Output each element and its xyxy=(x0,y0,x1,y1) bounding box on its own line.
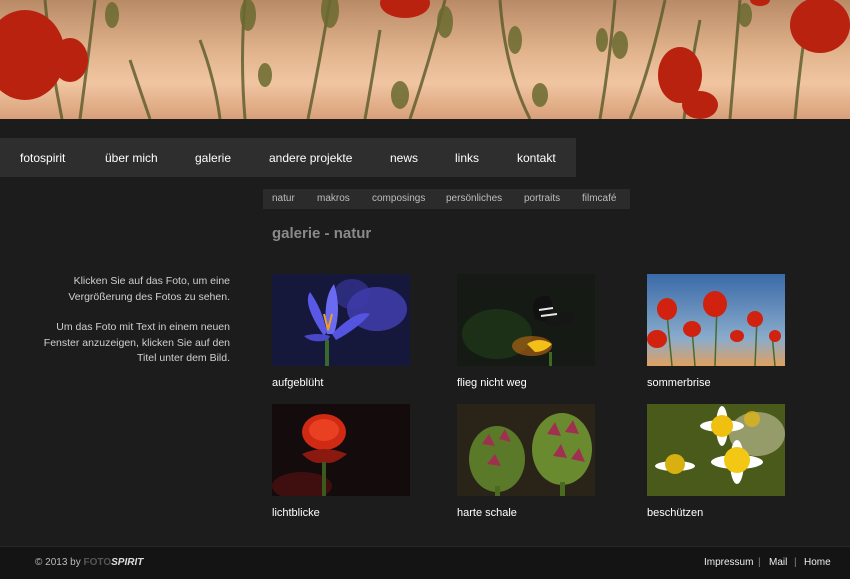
gallery-thumb-flieg-nicht-weg[interactable] xyxy=(457,274,595,366)
gallery-caption-lichtblicke[interactable]: lichtblicke xyxy=(272,507,320,519)
nav-item-andere-projekte[interactable]: andere projekte xyxy=(269,151,352,165)
brand-foto: FOTO xyxy=(83,557,112,568)
footer-separator: | xyxy=(794,557,797,568)
page-title: galerie - natur xyxy=(272,225,372,242)
gallery-thumb-sommerbrise[interactable] xyxy=(647,274,785,366)
gallery-thumb-aufgebluet[interactable] xyxy=(272,274,410,366)
instruction-paragraph-2: Um das Foto mit Text in einem neuen Fens… xyxy=(43,321,230,364)
gallery-thumb-harte-schale[interactable] xyxy=(457,404,595,496)
footer-link-home[interactable]: Home xyxy=(804,557,831,568)
page-footer: © 2013 by FOTOSPIRIT Impressum | Mail | … xyxy=(0,546,850,579)
nav-item-ueber-mich[interactable]: über mich xyxy=(105,151,158,165)
main-navigation: fotospirit über mich galerie andere proj… xyxy=(0,138,576,177)
gallery-caption-harte-schale[interactable]: harte schale xyxy=(457,507,517,519)
gallery-thumb-beschuetzen[interactable] xyxy=(647,404,785,496)
red-flower-photo xyxy=(272,404,410,496)
gallery-instructions: Klicken Sie auf das Foto, um eine Vergrö… xyxy=(30,274,230,367)
poppies-photo xyxy=(647,274,785,366)
footer-separator: | xyxy=(758,557,761,568)
nav-item-links[interactable]: links xyxy=(455,151,479,165)
gallery-thumb-lichtblicke[interactable] xyxy=(272,404,410,496)
gallery-caption-beschuetzen[interactable]: beschützen xyxy=(647,507,703,519)
subnav-item-composings[interactable]: composings xyxy=(372,193,425,204)
subnav-item-makros[interactable]: makros xyxy=(317,193,350,204)
crocus-photo xyxy=(272,274,410,366)
gallery-caption-aufgebluet[interactable]: aufgeblüht xyxy=(272,377,323,389)
butterfly-photo xyxy=(457,274,595,366)
subnav-item-filmcafe[interactable]: filmcafé xyxy=(582,193,616,204)
nav-item-news[interactable]: news xyxy=(390,151,418,165)
footer-link-mail[interactable]: Mail xyxy=(769,557,787,568)
copyright-prefix: © 2013 by xyxy=(35,557,81,568)
subnav-item-portraits[interactable]: portraits xyxy=(524,193,560,204)
brand-spirit: SPIRIT xyxy=(111,557,144,568)
nav-item-fotospirit[interactable]: fotospirit xyxy=(20,151,65,165)
gallery-caption-sommerbrise[interactable]: sommerbrise xyxy=(647,377,711,389)
footer-link-impressum[interactable]: Impressum xyxy=(704,557,753,568)
nav-item-kontakt[interactable]: kontakt xyxy=(517,151,556,165)
subnav-item-persoenliches[interactable]: persönliches xyxy=(446,193,502,204)
header-banner-image xyxy=(0,0,850,119)
chamomile-photo xyxy=(647,404,785,496)
nav-item-galerie[interactable]: galerie xyxy=(195,151,231,165)
gallery-caption-flieg-nicht-weg[interactable]: flieg nicht weg xyxy=(457,377,527,389)
artichoke-buds-photo xyxy=(457,404,595,496)
subnav-item-natur[interactable]: natur xyxy=(272,193,295,204)
copyright-notice: © 2013 by FOTOSPIRIT xyxy=(35,557,143,568)
gallery-subnavigation: natur makros composings persönliches por… xyxy=(263,189,630,209)
instruction-paragraph-1: Klicken Sie auf das Foto, um eine Vergrö… xyxy=(68,275,230,303)
